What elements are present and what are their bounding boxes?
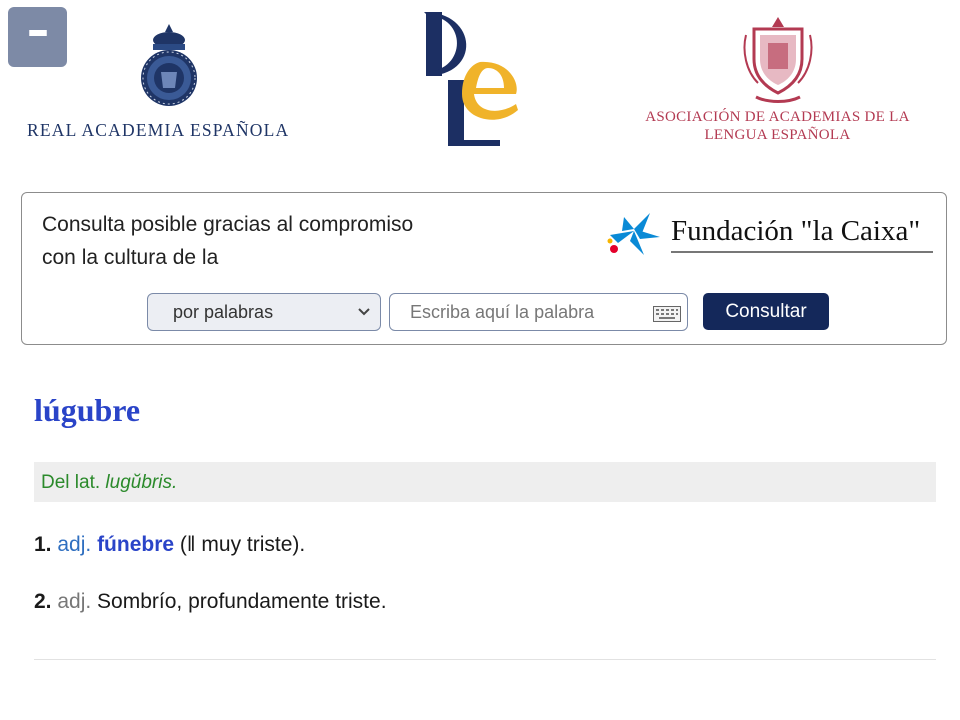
definition-1: 1. adj. fúnebre (‖ muy triste).: [34, 533, 305, 557]
la-caixa-name: Fundación "la Caixa": [671, 215, 921, 247]
sponsor-line1: Consulta posible gracias al compromiso: [42, 213, 414, 236]
etymology-word: lugŭbris.: [105, 472, 178, 493]
etymology: Del lat. lugŭbris.: [34, 462, 936, 502]
search-panel: Consulta posible gracias al compromiso c…: [21, 192, 947, 345]
search-mode-value: por palabras: [173, 302, 274, 322]
keyboard-icon[interactable]: [653, 306, 681, 322]
abbreviation-link[interactable]: adj.: [57, 533, 91, 556]
asale-name-line2: LENGUA ESPAÑOLA: [704, 127, 851, 143]
etymology-prefix: Del lat.: [41, 472, 101, 493]
la-caixa-logo[interactable]: Fundación "la Caixa": [604, 211, 939, 257]
search-mode-select[interactable]: por palabras: [147, 293, 381, 331]
dle-logo[interactable]: [420, 8, 522, 150]
related-word-link[interactable]: fúnebre: [97, 533, 174, 556]
chevron-down-icon: [358, 308, 370, 316]
search-input[interactable]: [390, 294, 645, 330]
asale-name-line1: ASOCIACIÓN DE ACADEMIAS DE LA: [645, 109, 910, 125]
asale-name: ASOCIACIÓN DE ACADEMIAS DE LA LENGUA ESP…: [640, 108, 915, 144]
definition-2: 2. adj. Sombrío, profundamente triste.: [34, 590, 387, 614]
definition-text: Sombrío, profundamente triste.: [91, 590, 387, 613]
la-caixa-underline: [671, 251, 933, 253]
definition-number: 1.: [34, 533, 52, 556]
rae-crest-icon: [141, 24, 197, 106]
rae-logo[interactable]: REAL ACADEMIA ESPAÑOLA: [27, 22, 317, 147]
entry-title: lúgubre: [34, 392, 141, 428]
sponsor-text: Consulta posible gracias al compromiso c…: [42, 208, 512, 274]
definition-number: 2.: [34, 590, 52, 613]
definition-text: (‖ muy triste).: [174, 533, 306, 556]
search-field[interactable]: [389, 293, 688, 331]
rae-name: REAL ACADEMIA ESPAÑOLA: [27, 120, 290, 140]
search-submit-button[interactable]: Consultar: [703, 293, 829, 330]
sponsor-line2: con la cultura de la: [42, 246, 219, 269]
star-icon: [607, 213, 660, 255]
divider: [34, 659, 936, 660]
abbreviation-link[interactable]: adj.: [57, 590, 91, 613]
asale-logo[interactable]: ASOCIACIÓN DE ACADEMIAS DE LA LENGUA ESP…: [640, 15, 920, 150]
asale-crest-icon: [743, 17, 813, 103]
